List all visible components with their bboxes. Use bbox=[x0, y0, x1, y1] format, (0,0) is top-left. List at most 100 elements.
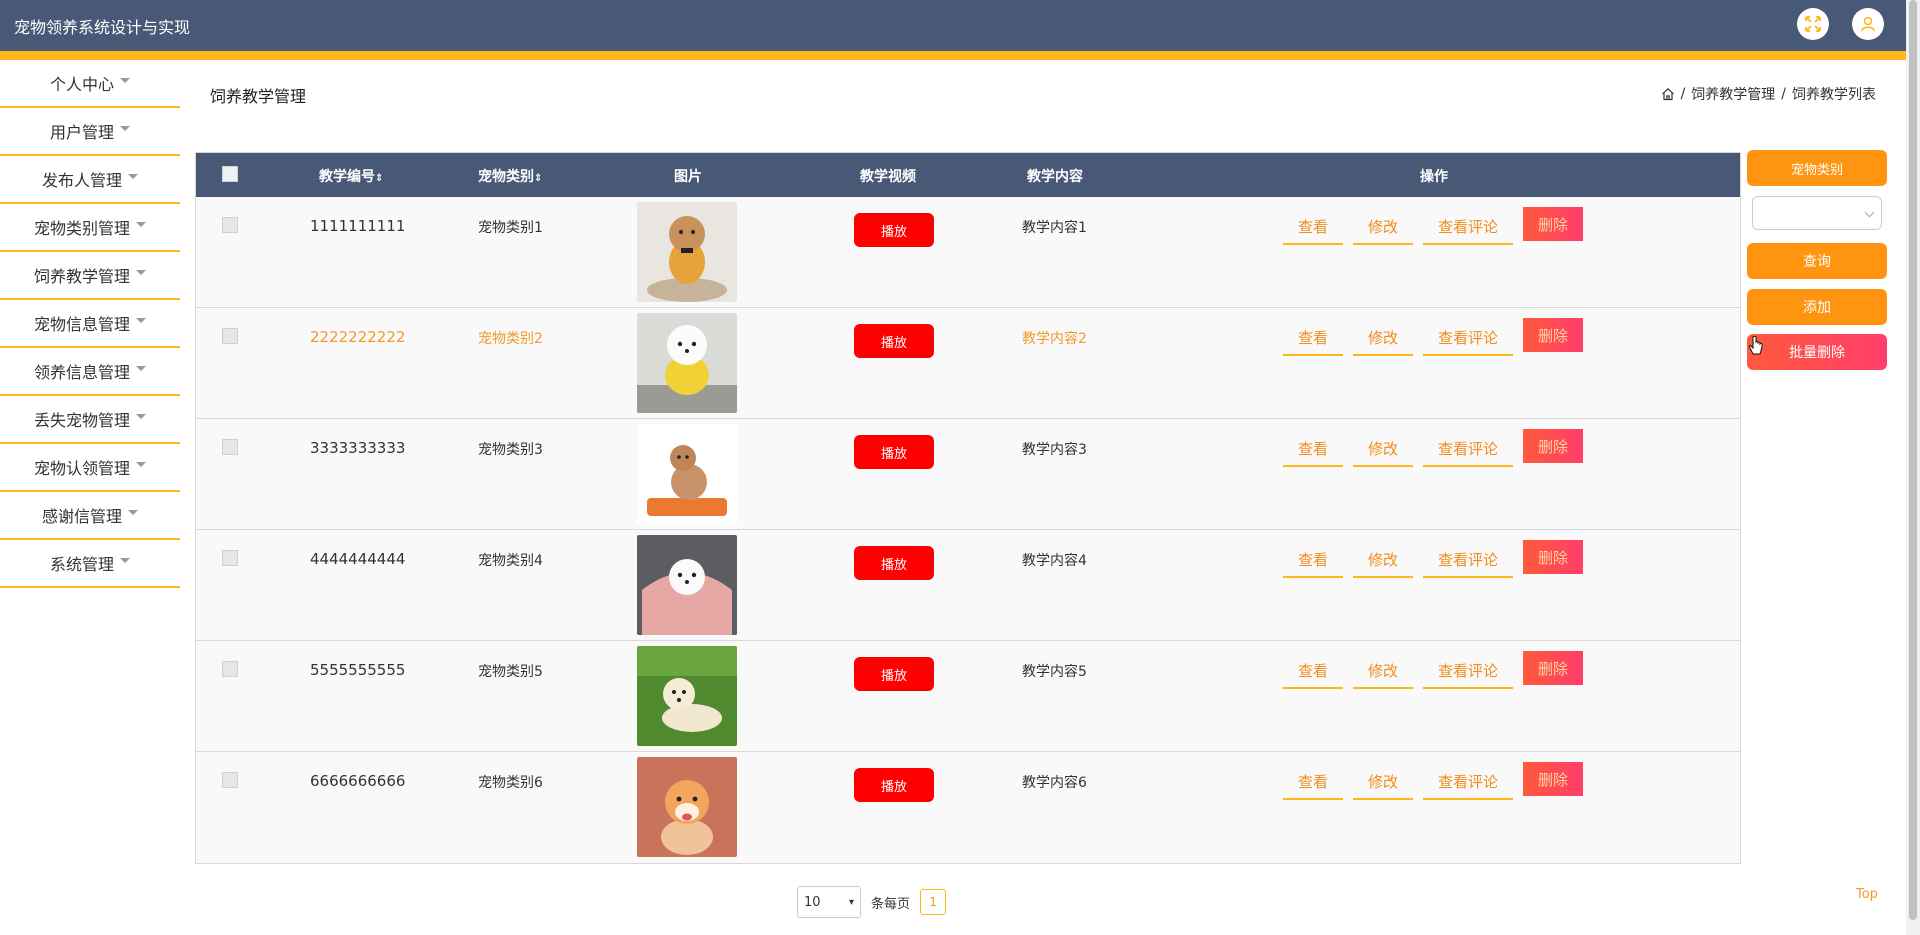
sidebar-item-thank-letters[interactable]: 感谢信管理 bbox=[0, 492, 180, 540]
row-code: 4444444444 bbox=[310, 550, 406, 568]
row-category: 宠物类别5 bbox=[478, 664, 543, 680]
table-row: 2222222222 宠物类别2 播放 教学内容2 查看 修改 查看评论 删除 bbox=[196, 308, 1740, 419]
sidebar-item-feeding-teaching[interactable]: 饲养教学管理 bbox=[0, 252, 180, 300]
sidebar-item-personal-center[interactable]: 个人中心 bbox=[0, 60, 180, 108]
sidebar-item-lost-pets[interactable]: 丢失宠物管理 bbox=[0, 396, 180, 444]
page-size-value: 10 bbox=[804, 894, 821, 910]
page-size-select[interactable]: 10 ▾ bbox=[797, 886, 861, 918]
table-row: 1111111111 宠物类别1 播放 教学内容1 查看 修改 查看评论 删除 bbox=[196, 197, 1740, 308]
view-button[interactable]: 查看 bbox=[1283, 209, 1343, 245]
sidebar-item-label: 宠物类别管理 bbox=[33, 219, 130, 238]
delete-button[interactable]: 删除 bbox=[1523, 540, 1583, 574]
row-code: 3333333333 bbox=[310, 439, 406, 457]
caret-down-icon bbox=[120, 77, 130, 83]
delete-button[interactable]: 删除 bbox=[1523, 318, 1583, 352]
view-button[interactable]: 查看 bbox=[1283, 431, 1343, 467]
sidebar-item-label: 领养信息管理 bbox=[33, 363, 130, 382]
add-button[interactable]: 添加 bbox=[1747, 289, 1887, 325]
row-checkbox[interactable] bbox=[222, 550, 238, 566]
edit-button[interactable]: 修改 bbox=[1353, 320, 1413, 356]
pet-photo[interactable] bbox=[637, 646, 737, 746]
home-icon[interactable] bbox=[1661, 87, 1675, 101]
edit-button[interactable]: 修改 bbox=[1353, 653, 1413, 689]
sidebar-item-publishers[interactable]: 发布人管理 bbox=[0, 156, 180, 204]
row-code: 6666666666 bbox=[310, 772, 406, 790]
pet-photo[interactable] bbox=[637, 202, 737, 302]
view-button[interactable]: 查看 bbox=[1283, 542, 1343, 578]
vertical-scrollbar[interactable] bbox=[1906, 0, 1920, 935]
scrollbar-thumb[interactable] bbox=[1909, 0, 1917, 920]
sidebar-item-label: 发布人管理 bbox=[41, 171, 122, 190]
sidebar-item-pet-claims[interactable]: 宠物认领管理 bbox=[0, 444, 180, 492]
table-row: 5555555555 宠物类别5 播放 教学内容5 查看 修改 查看评论 删除 bbox=[196, 641, 1740, 752]
view-button[interactable]: 查看 bbox=[1283, 764, 1343, 800]
category-filter-label: 宠物类别 bbox=[1747, 150, 1887, 186]
batch-delete-button[interactable]: 批量删除 bbox=[1747, 334, 1887, 370]
sidebar-item-pet-info[interactable]: 宠物信息管理 bbox=[0, 300, 180, 348]
column-header-code[interactable]: 教学编号⇕ bbox=[319, 166, 383, 186]
delete-button[interactable]: 删除 bbox=[1523, 762, 1583, 796]
column-header-category[interactable]: 宠物类别⇕ bbox=[478, 166, 542, 186]
view-button[interactable]: 查看 bbox=[1283, 320, 1343, 356]
row-checkbox[interactable] bbox=[222, 772, 238, 788]
view-comments-button[interactable]: 查看评论 bbox=[1423, 320, 1513, 356]
row-content: 教学内容5 bbox=[1022, 664, 1087, 680]
row-checkbox[interactable] bbox=[222, 328, 238, 344]
play-video-button[interactable]: 播放 bbox=[854, 213, 934, 247]
sidebar-item-label: 饲养教学管理 bbox=[33, 267, 130, 286]
select-all-checkbox[interactable] bbox=[222, 166, 238, 182]
sort-icon: ⇕ bbox=[534, 173, 543, 184]
view-button[interactable]: 查看 bbox=[1283, 653, 1343, 689]
caret-down-icon bbox=[120, 125, 130, 131]
row-checkbox[interactable] bbox=[222, 217, 238, 233]
caret-down-icon bbox=[136, 365, 146, 371]
view-comments-button[interactable]: 查看评论 bbox=[1423, 431, 1513, 467]
pet-photo[interactable] bbox=[637, 424, 737, 524]
row-content: 教学内容6 bbox=[1022, 775, 1087, 791]
play-video-button[interactable]: 播放 bbox=[854, 435, 934, 469]
user-menu-button[interactable] bbox=[1852, 8, 1884, 40]
row-code: 2222222222 bbox=[310, 328, 406, 346]
row-checkbox[interactable] bbox=[222, 661, 238, 677]
caret-down-icon bbox=[136, 269, 146, 275]
view-comments-button[interactable]: 查看评论 bbox=[1423, 542, 1513, 578]
sidebar-item-users[interactable]: 用户管理 bbox=[0, 108, 180, 156]
category-select[interactable] bbox=[1752, 196, 1882, 230]
play-video-button[interactable]: 播放 bbox=[854, 657, 934, 691]
pagination: 10 ▾ 条每页 1 bbox=[797, 886, 947, 918]
breadcrumb-level1[interactable]: 饲养教学管理 bbox=[1691, 84, 1775, 104]
sidebar-item-label: 系统管理 bbox=[49, 555, 114, 574]
caret-down-icon bbox=[136, 413, 146, 419]
play-video-button[interactable]: 播放 bbox=[854, 324, 934, 358]
back-to-top-link[interactable]: Top bbox=[1856, 887, 1878, 902]
edit-button[interactable]: 修改 bbox=[1353, 209, 1413, 245]
view-comments-button[interactable]: 查看评论 bbox=[1423, 209, 1513, 245]
query-button[interactable]: 查询 bbox=[1747, 243, 1887, 279]
pet-photo[interactable] bbox=[637, 313, 737, 413]
view-comments-button[interactable]: 查看评论 bbox=[1423, 764, 1513, 800]
table-row: 6666666666 宠物类别6 播放 教学内容6 查看 修改 查看评论 删除 bbox=[196, 752, 1740, 863]
row-checkbox[interactable] bbox=[222, 439, 238, 455]
column-header-actions: 操作 bbox=[1420, 169, 1448, 185]
edit-button[interactable]: 修改 bbox=[1353, 542, 1413, 578]
pet-photo[interactable] bbox=[637, 757, 737, 857]
play-video-button[interactable]: 播放 bbox=[854, 546, 934, 580]
sort-icon: ⇕ bbox=[375, 173, 384, 184]
fullscreen-button[interactable] bbox=[1797, 8, 1829, 40]
sidebar-item-system[interactable]: 系统管理 bbox=[0, 540, 180, 588]
top-header: 宠物领养系统设计与实现 bbox=[0, 0, 1906, 51]
user-icon bbox=[1860, 16, 1876, 32]
expand-icon bbox=[1805, 16, 1821, 32]
edit-button[interactable]: 修改 bbox=[1353, 764, 1413, 800]
play-video-button[interactable]: 播放 bbox=[854, 768, 934, 802]
delete-button[interactable]: 删除 bbox=[1523, 207, 1583, 241]
page-number-1[interactable]: 1 bbox=[920, 889, 947, 915]
column-header-image: 图片 bbox=[674, 169, 702, 185]
view-comments-button[interactable]: 查看评论 bbox=[1423, 653, 1513, 689]
sidebar-item-adoption-info[interactable]: 领养信息管理 bbox=[0, 348, 180, 396]
delete-button[interactable]: 删除 bbox=[1523, 651, 1583, 685]
delete-button[interactable]: 删除 bbox=[1523, 429, 1583, 463]
edit-button[interactable]: 修改 bbox=[1353, 431, 1413, 467]
sidebar-item-pet-categories[interactable]: 宠物类别管理 bbox=[0, 204, 180, 252]
pet-photo[interactable] bbox=[637, 535, 737, 635]
